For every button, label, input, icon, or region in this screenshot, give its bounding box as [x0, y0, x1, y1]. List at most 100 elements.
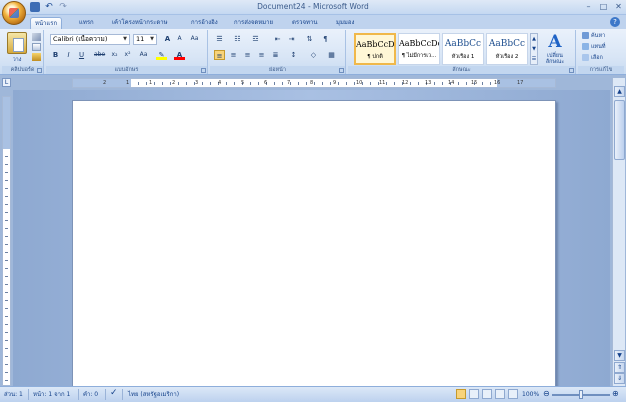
shading-icon[interactable]: ◇: [308, 50, 319, 60]
grow-font-button[interactable]: A: [162, 34, 173, 44]
find-button[interactable]: ค้นหา: [582, 32, 605, 41]
bold-button[interactable]: B: [50, 50, 61, 60]
maximize-icon[interactable]: □: [599, 2, 608, 11]
tab-insert[interactable]: แทรก: [75, 17, 98, 29]
style-heading-2[interactable]: AaBbCc หัวเรื่อง 2: [486, 33, 528, 65]
copy-icon[interactable]: [32, 43, 41, 51]
underline-button[interactable]: U: [76, 50, 87, 60]
bullets-icon[interactable]: ☰: [214, 34, 225, 44]
style-name: หัวเรื่อง 2: [495, 54, 519, 60]
sort-icon[interactable]: ⇅: [304, 34, 315, 44]
align-center-icon[interactable]: ≡: [228, 50, 239, 60]
font-name-box[interactable]: Calibri (เนื้อความ) ▼: [50, 34, 130, 45]
numbering-icon[interactable]: ☷: [232, 34, 243, 44]
web-layout-icon[interactable]: [482, 389, 492, 399]
font-launcher-icon[interactable]: [201, 68, 206, 73]
style-sample: AaBbCc: [444, 39, 482, 49]
language-indicator[interactable]: ไทย (สหรัฐอเมริกา): [128, 390, 179, 399]
outline-view-icon[interactable]: [495, 389, 505, 399]
full-screen-reading-icon[interactable]: [469, 389, 479, 399]
ruler-number: 11: [379, 80, 386, 86]
print-layout-icon[interactable]: [456, 389, 466, 399]
tab-page-layout[interactable]: เค้าโครงหน้ากระดาษ: [108, 17, 172, 29]
previous-page-icon[interactable]: ⇑: [614, 362, 625, 373]
tab-review[interactable]: ตรวจทาน: [288, 17, 321, 29]
section-indicator[interactable]: ส่วน: 1: [4, 390, 23, 399]
scroll-down-icon[interactable]: ▼: [614, 350, 625, 361]
ruler-number: 16: [494, 80, 501, 86]
scroll-thumb[interactable]: [614, 100, 625, 160]
decrease-indent-icon[interactable]: ⇤: [272, 34, 283, 44]
horizontal-ruler[interactable]: 2 1 1 2 3 4 5 6 7 8 9 10 11 12 13 14 15 16 17: [72, 78, 556, 88]
zoom-in-icon[interactable]: ⊕: [612, 389, 619, 398]
document-page[interactable]: [72, 100, 556, 390]
zoom-level[interactable]: 100%: [522, 390, 539, 399]
superscript-button[interactable]: x²: [122, 50, 133, 60]
help-icon[interactable]: ?: [610, 17, 620, 27]
tab-view[interactable]: มุมมอง: [332, 17, 358, 29]
align-left-icon[interactable]: ≡: [214, 50, 225, 60]
proofing-icon[interactable]: ✓: [110, 389, 118, 398]
font-name-value: Calibri (เนื้อความ): [53, 35, 108, 43]
cut-icon[interactable]: [32, 33, 41, 41]
italic-button[interactable]: I: [63, 50, 74, 60]
paragraph-launcher-icon[interactable]: [339, 68, 344, 73]
paste-button-label[interactable]: วาง: [4, 56, 30, 64]
vertical-ruler[interactable]: [2, 96, 11, 386]
tab-references[interactable]: การอ้างอิง: [187, 17, 222, 29]
clear-formatting-button[interactable]: Aa: [189, 34, 200, 44]
chevron-down-icon[interactable]: ▼: [121, 35, 129, 44]
ruler-number: 12: [402, 80, 409, 86]
style-no-spacing[interactable]: AaBbCcDc ¶ ไม่มีการเว...: [398, 33, 440, 65]
tab-mailings[interactable]: การส่งจดหมาย: [230, 17, 277, 29]
office-button[interactable]: [2, 1, 26, 25]
font-color-icon[interactable]: A: [174, 50, 185, 60]
status-divider: [122, 389, 123, 400]
style-normal[interactable]: AaBbCcDc ¶ ปกติ: [354, 33, 396, 65]
replace-label: แทนที่: [591, 44, 606, 50]
find-label: ค้นหา: [591, 33, 606, 39]
clipboard-group: วาง คลิปบอร์ด: [2, 30, 44, 74]
justify-icon[interactable]: ≡: [256, 50, 267, 60]
styles-launcher-icon[interactable]: [569, 68, 574, 73]
highlight-icon[interactable]: ✎: [156, 50, 167, 60]
select-button[interactable]: เลือก: [582, 54, 603, 63]
tab-home[interactable]: หน้าแรก: [30, 17, 63, 29]
zoom-slider-thumb[interactable]: [579, 390, 583, 399]
distributed-icon[interactable]: ≣: [270, 50, 281, 60]
multilevel-list-icon[interactable]: ☲: [250, 34, 261, 44]
font-size-box[interactable]: 11 ▼: [133, 34, 157, 45]
style-heading-1[interactable]: AaBbCc หัวเรื่อง 1: [442, 33, 484, 65]
paste-icon[interactable]: [7, 32, 27, 54]
next-page-icon[interactable]: ⇓: [614, 373, 625, 384]
chevron-down-icon[interactable]: ▼: [148, 35, 156, 44]
vertical-scrollbar[interactable]: ▲ ▼ ⇑ ⇓: [612, 78, 625, 386]
tab-selector[interactable]: L: [2, 78, 11, 87]
replace-button[interactable]: แทนที่: [582, 43, 606, 52]
format-painter-icon[interactable]: [32, 53, 41, 61]
change-styles-button[interactable]: A เปลี่ยนลักษณะ: [540, 30, 574, 66]
close-icon[interactable]: ✕: [614, 2, 623, 11]
shrink-font-button[interactable]: A: [174, 34, 185, 44]
styles-scroll[interactable]: ▲ ▼ ☰: [530, 33, 538, 65]
ruler-number: 9: [333, 80, 337, 86]
scroll-up-icon[interactable]: ▲: [614, 86, 625, 97]
font-group: Calibri (เนื้อความ) ▼ 11 ▼ A A Aa B I U …: [46, 30, 208, 74]
line-spacing-icon[interactable]: ↕: [288, 50, 299, 60]
change-case-button[interactable]: Aa: [138, 50, 149, 60]
clipboard-launcher-icon[interactable]: [37, 68, 42, 73]
show-formatting-button[interactable]: ¶: [320, 34, 331, 44]
page-indicator[interactable]: หน้า: 1 จาก 1: [33, 390, 70, 399]
vertical-ruler-ticks: [5, 149, 8, 385]
vertical-ruler-margin: [3, 97, 10, 149]
word-count[interactable]: คำ: 0: [83, 390, 98, 399]
borders-icon[interactable]: ▦: [326, 50, 337, 60]
strikethrough-button[interactable]: abe: [94, 50, 105, 60]
zoom-out-icon[interactable]: ⊖: [543, 389, 550, 398]
ruler-number: 3: [195, 80, 199, 86]
increase-indent-icon[interactable]: ⇥: [286, 34, 297, 44]
minimize-icon[interactable]: –: [584, 2, 593, 11]
subscript-button[interactable]: x₂: [109, 50, 120, 60]
align-right-icon[interactable]: ≡: [242, 50, 253, 60]
draft-view-icon[interactable]: [508, 389, 518, 399]
